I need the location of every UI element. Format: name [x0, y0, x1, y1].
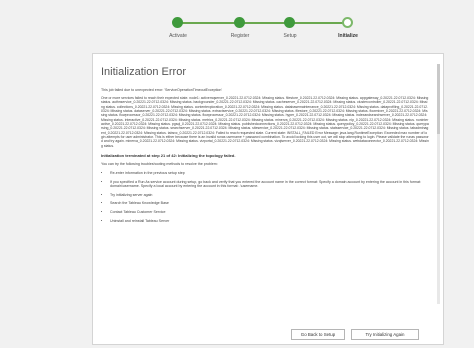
suggestion-item: If you specified a Run As service accoun… — [110, 180, 429, 189]
suggestion-item: Re-enter information in the previous set… — [110, 171, 429, 175]
suggestion-item: Try initializing server again — [110, 193, 429, 197]
go-back-to-setup-button[interactable]: Go Back to Setup — [291, 329, 345, 340]
step-setup-dot — [284, 17, 295, 28]
step-activate-label: Activate — [169, 33, 187, 39]
terminated-message: Initialization terminated at step 21 of … — [101, 153, 236, 159]
try-initializing-again-button[interactable]: Try Initializing Again — [351, 329, 419, 340]
step-register-label: Register — [230, 33, 250, 39]
scrollbar[interactable] — [437, 64, 440, 304]
failure-message: This job failed due to unexpected error:… — [101, 88, 223, 92]
suggestion-item: Search the Tableau Knowledge Base — [110, 201, 429, 205]
step-initialize-dot — [342, 17, 353, 28]
step-setup-label: Setup — [283, 33, 297, 39]
suggestion-list: Re-enter information in the previous set… — [101, 171, 429, 223]
stepper-line-1 — [178, 22, 240, 24]
step-initialize-label: Initialize — [338, 33, 358, 39]
step-register-dot — [234, 17, 245, 28]
page-title: Initialization Error — [101, 66, 186, 78]
stepper-line-3 — [290, 22, 348, 24]
setup-stepper: Activate Register Setup Initialize — [0, 0, 474, 48]
error-content[interactable]: Initialization Error This job failed due… — [101, 62, 429, 324]
suggestion-item: Uninstall and reinstall Tableau Server — [110, 219, 429, 223]
error-details: One or more services failed to reach the… — [101, 96, 429, 148]
suggestion-item: Contact Tableau Customer Service — [110, 210, 429, 214]
step-activate-dot — [172, 17, 183, 28]
stepper-line-2 — [240, 22, 290, 24]
troubleshoot-intro: You can try the following troubleshootin… — [101, 162, 218, 167]
error-panel: Initialization Error This job failed due… — [92, 53, 444, 345]
scrollbar-thumb[interactable] — [437, 64, 440, 134]
